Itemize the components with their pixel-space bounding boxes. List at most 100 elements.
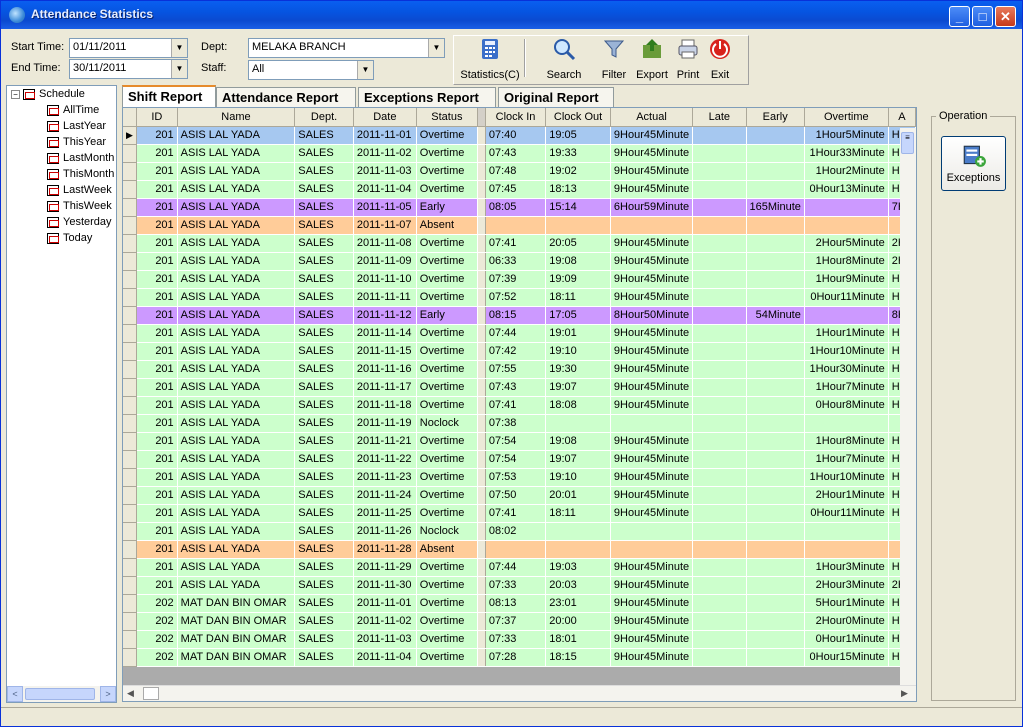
cell-in[interactable]: 07:50 [485,486,547,505]
cell-dept[interactable]: SALES [294,558,354,577]
cell-out[interactable] [545,540,611,559]
grid-vertical-scrollbar[interactable]: ≡ [900,128,916,686]
cell-ot[interactable]: 1Hour9Minute [804,270,889,289]
cell-actual[interactable]: 9Hour45Minute [610,612,694,631]
cell-in[interactable]: 07:42 [485,342,547,361]
cell-name[interactable]: ASIS LAL YADA [177,540,296,559]
cell-name[interactable]: ASIS LAL YADA [177,126,296,145]
cell-actual[interactable]: 9Hour45Minute [610,396,694,415]
cell-out[interactable]: 20:03 [545,576,611,595]
row-header-corner[interactable] [123,108,138,127]
table-row[interactable]: 201 ASIS LAL YADA SALES 2011-11-07 Absent [123,216,917,235]
cell-status[interactable]: Overtime [416,270,478,289]
table-row[interactable]: 202 MAT DAN BIN OMAR SALES 2011-11-03 Overti… [123,630,917,649]
column-header[interactable]: Status [416,108,478,127]
cell-ot[interactable]: 2Hour1Minute [804,486,889,505]
cell-dept[interactable]: SALES [294,270,354,289]
cell-ot[interactable]: 2Hour5Minute [804,234,889,253]
row-selector[interactable] [123,198,138,217]
cell-actual[interactable]: 9Hour45Minute [610,594,694,613]
cell-in[interactable]: 07:53 [485,468,547,487]
cell-date[interactable]: 2011-11-17 [353,378,417,397]
cell-id[interactable]: 201 [136,450,178,469]
cell-early[interactable] [746,486,805,505]
cell-out[interactable]: 18:01 [545,630,611,649]
table-row[interactable]: 201 ASIS LAL YADA SALES 2011-11-26 Noclock 08… [123,522,917,541]
column-header[interactable]: Name [177,108,296,127]
cell-id[interactable]: 201 [136,288,178,307]
cell-in[interactable]: 07:54 [485,432,547,451]
column-header[interactable]: Late [692,108,747,127]
chevron-down-icon[interactable]: ▼ [357,61,373,79]
cell-name[interactable]: MAT DAN BIN OMAR [177,630,296,649]
table-row[interactable]: 202 MAT DAN BIN OMAR SALES 2011-11-02 Overti… [123,612,917,631]
cell-date[interactable]: 2011-11-01 [353,594,417,613]
cell-status[interactable]: Overtime [416,432,478,451]
collapse-icon[interactable]: − [11,89,20,99]
cell-id[interactable]: 201 [136,216,178,235]
cell-in[interactable]: 07:41 [485,234,547,253]
tree-item-alltime[interactable]: AllTime [47,104,99,120]
cell-name[interactable]: ASIS LAL YADA [177,234,296,253]
cell-ot[interactable]: 1Hour10Minute [804,468,889,487]
cell-actual[interactable]: 6Hour59Minute [610,198,694,217]
table-row[interactable]: 201 ASIS LAL YADA SALES 2011-11-30 Overtime 0… [123,576,917,595]
cell-actual[interactable]: 9Hour45Minute [610,450,694,469]
cell-in[interactable]: 08:05 [485,198,547,217]
cell-id[interactable]: 201 [136,576,178,595]
row-selector[interactable] [123,594,138,613]
tree-item-yesterday[interactable]: Yesterday [47,216,112,232]
cell-id[interactable]: 201 [136,342,178,361]
cell-id[interactable]: 201 [136,270,178,289]
cell-dept[interactable]: SALES [294,594,354,613]
cell-status[interactable]: Overtime [416,324,478,343]
cell-dept[interactable]: SALES [294,450,354,469]
cell-ot[interactable]: 0Hour11Minute [804,504,889,523]
cell-actual[interactable]: 9Hour45Minute [610,378,694,397]
tab-exceptions-report[interactable]: Exceptions Report [358,87,496,107]
cell-late[interactable] [692,450,747,469]
cell-name[interactable]: ASIS LAL YADA [177,180,296,199]
cell-name[interactable]: ASIS LAL YADA [177,396,296,415]
cell-date[interactable]: 2011-11-30 [353,576,417,595]
cell-out[interactable]: 20:01 [545,486,611,505]
cell-ot[interactable] [804,522,889,541]
cell-early[interactable] [746,270,805,289]
cell-name[interactable]: MAT DAN BIN OMAR [177,648,296,667]
cell-id[interactable]: 201 [136,360,178,379]
cell-in[interactable]: 07:41 [485,396,547,415]
cell-late[interactable] [692,216,747,235]
cell-dept[interactable]: SALES [294,486,354,505]
table-row[interactable]: 201 ASIS LAL YADA SALES 2011-11-21 Overtime 0… [123,432,917,451]
cell-actual[interactable]: 9Hour45Minute [610,630,694,649]
cell-out[interactable]: 19:02 [545,162,611,181]
cell-date[interactable]: 2011-11-26 [353,522,417,541]
cell-late[interactable] [692,162,747,181]
cell-late[interactable] [692,198,747,217]
cell-name[interactable]: ASIS LAL YADA [177,450,296,469]
cell-in[interactable]: 07:41 [485,504,547,523]
tree-item-thismonth[interactable]: ThisMonth [47,168,114,184]
tree-item-lastweek[interactable]: LastWeek [47,184,112,200]
cell-actual[interactable]: 9Hour45Minute [610,324,694,343]
cell-dept[interactable]: SALES [294,234,354,253]
table-row[interactable]: 201 ASIS LAL YADA SALES 2011-11-05 Early 08:0… [123,198,917,217]
cell-out[interactable] [545,216,611,235]
cell-out[interactable]: 19:08 [545,432,611,451]
cell-out[interactable]: 18:11 [545,288,611,307]
cell-early[interactable] [746,342,805,361]
tree-item-thisyear[interactable]: ThisYear [47,136,106,152]
cell-early[interactable] [746,288,805,307]
cell-id[interactable]: 201 [136,432,178,451]
cell-late[interactable] [692,378,747,397]
cell-out[interactable]: 19:03 [545,558,611,577]
cell-actual[interactable] [610,522,694,541]
cell-late[interactable] [692,432,747,451]
cell-in[interactable] [485,216,547,235]
cell-actual[interactable]: 9Hour45Minute [610,576,694,595]
cell-status[interactable]: Noclock [416,414,478,433]
table-row[interactable]: 201 ASIS LAL YADA SALES 2011-11-19 Noclock 07… [123,414,917,433]
cell-name[interactable]: ASIS LAL YADA [177,216,296,235]
cell-out[interactable] [545,522,611,541]
table-row[interactable]: 201 ASIS LAL YADA SALES 2011-11-12 Early 08:1… [123,306,917,325]
